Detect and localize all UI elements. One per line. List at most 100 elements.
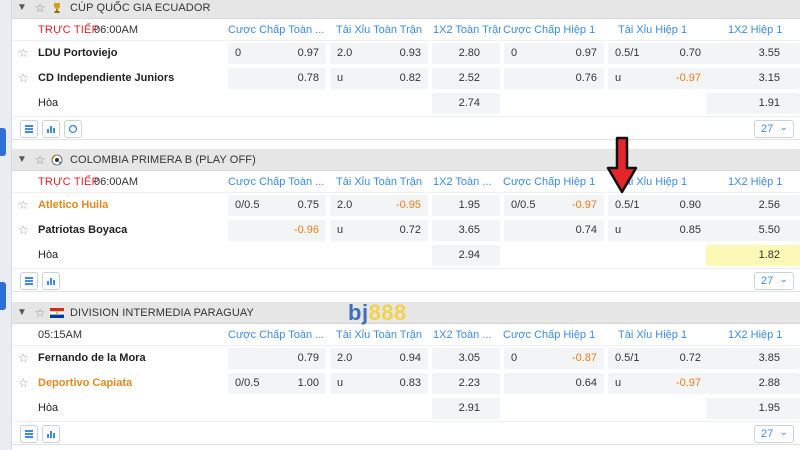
col-handicap-ft[interactable]: Cược Chấp Toàn ... bbox=[228, 176, 328, 188]
league-name: CÚP QUỐC GIA ECUADOR bbox=[70, 1, 211, 14]
odds-cell[interactable]: 0/0.5 1.00 bbox=[228, 373, 326, 394]
col-ou-h1[interactable]: Tài Xỉu Hiệp 1 bbox=[618, 24, 687, 36]
odds-cell[interactable]: 5.50 bbox=[706, 220, 800, 241]
live-label: TRỰC TIẾP bbox=[38, 24, 100, 36]
odds-cell[interactable]: u -0.97 bbox=[608, 68, 708, 89]
col-1x2-h1[interactable]: 1X2 Hiệp 1 bbox=[728, 24, 782, 36]
chevron-down-icon[interactable]: ▼ bbox=[12, 307, 32, 318]
stats-chart-icon[interactable] bbox=[42, 272, 60, 290]
watermark-logo: bj888 bbox=[348, 300, 407, 326]
more-bets-dropdown[interactable]: 27 ⌄ bbox=[754, 120, 794, 138]
odds-cell[interactable]: 3.15 bbox=[706, 68, 800, 89]
odds-cell[interactable]: 2.23 bbox=[432, 373, 500, 394]
col-handicap-ft[interactable]: Cược Chấp Toàn ... bbox=[228, 329, 328, 341]
league-header[interactable]: ▼ ☆ CÚP QUỐC GIA ECUADOR bbox=[12, 0, 800, 19]
chevron-down-icon[interactable]: ▼ bbox=[12, 154, 32, 165]
odds-cell[interactable]: 3.05 bbox=[432, 348, 500, 369]
odds-cell[interactable]: 1.91 bbox=[706, 93, 800, 114]
match-time: 05:15AM bbox=[38, 329, 83, 341]
odds-cell[interactable]: 2.94 bbox=[432, 245, 500, 266]
col-ou-ft[interactable]: Tài Xỉu Toàn Trận bbox=[336, 24, 422, 36]
col-1x2-ft[interactable]: 1X2 Toàn ... bbox=[433, 329, 501, 341]
odds-cell[interactable]: 3.65 bbox=[432, 220, 500, 241]
star-icon[interactable]: ☆ bbox=[32, 306, 48, 320]
chevron-down-icon: ⌄ bbox=[779, 274, 788, 285]
list-icon[interactable] bbox=[20, 272, 38, 290]
star-icon[interactable]: ☆ bbox=[18, 46, 29, 60]
odds-cell[interactable]: 0.5/1 0.70 bbox=[608, 43, 708, 64]
odds-cell[interactable]: 1.95 bbox=[706, 398, 800, 419]
odds-cell[interactable]: u 0.83 bbox=[330, 373, 428, 394]
odds-cell[interactable]: u 0.82 bbox=[330, 68, 428, 89]
star-icon[interactable]: ☆ bbox=[18, 198, 29, 212]
odds-cell[interactable]: 0.76 bbox=[504, 68, 604, 89]
league-header[interactable]: ▼ ☆ COLOMBIA PRIMERA B (PLAY OFF) bbox=[12, 149, 800, 171]
col-handicap-h1[interactable]: Cược Chấp Hiệp 1 bbox=[503, 176, 595, 188]
col-handicap-h1[interactable]: Cược Chấp Hiệp 1 bbox=[503, 329, 595, 341]
odds-cell[interactable]: 0 -0.87 bbox=[504, 348, 604, 369]
stats-chart-icon[interactable] bbox=[42, 425, 60, 443]
odds-cell[interactable]: 2.0 0.94 bbox=[330, 348, 428, 369]
odds-cell[interactable]: 0.79 bbox=[228, 348, 326, 369]
team-name: Fernando de la Mora bbox=[38, 352, 146, 364]
star-icon[interactable]: ☆ bbox=[32, 153, 48, 167]
side-tab[interactable] bbox=[0, 128, 6, 156]
stats-chart-icon[interactable] bbox=[42, 120, 60, 138]
odds-cell[interactable]: u -0.97 bbox=[608, 373, 708, 394]
odds-cell[interactable]: 2.52 bbox=[432, 68, 500, 89]
odds-cell[interactable]: 0 0.97 bbox=[228, 43, 326, 64]
odds-cell[interactable]: u 0.72 bbox=[330, 220, 428, 241]
odds-cell[interactable]: -0.96 bbox=[228, 220, 326, 241]
odds-cell[interactable]: 2.0 -0.95 bbox=[330, 195, 428, 216]
odds-cell[interactable]: 0.78 bbox=[228, 68, 326, 89]
odds-cell[interactable]: 2.91 bbox=[432, 398, 500, 419]
draw-label: Hòa bbox=[38, 97, 59, 109]
odds-cell[interactable]: 2.88 bbox=[706, 373, 800, 394]
side-tab[interactable] bbox=[0, 282, 6, 310]
odds-cell[interactable]: 2.0 0.93 bbox=[330, 43, 428, 64]
odds-cell[interactable]: 0.5/1 0.90 bbox=[608, 195, 708, 216]
star-icon[interactable]: ☆ bbox=[18, 71, 29, 85]
col-handicap-h1[interactable]: Cược Chấp Hiệp 1 bbox=[503, 24, 595, 36]
star-icon[interactable]: ☆ bbox=[18, 351, 29, 365]
col-ou-ft[interactable]: Tài Xỉu Toàn Trận bbox=[336, 329, 422, 341]
chevron-down-icon[interactable]: ▼ bbox=[12, 2, 32, 13]
odds-cell[interactable]: 2.74 bbox=[432, 93, 500, 114]
red-arrow-down-icon bbox=[606, 136, 638, 194]
star-icon[interactable]: ☆ bbox=[18, 223, 29, 237]
league-footer: 27 ⌄ bbox=[12, 421, 800, 445]
col-ou-h1[interactable]: Tài Xỉu Hiệp 1 bbox=[618, 329, 687, 341]
match-time: 06:00AM bbox=[94, 176, 139, 188]
star-icon[interactable]: ☆ bbox=[18, 376, 29, 390]
odds-cell[interactable]: 0.74 bbox=[504, 220, 604, 241]
odds-cell[interactable]: u 0.85 bbox=[608, 220, 708, 241]
match-row-home: ☆ LDU Portoviejo 0 0.97 2.0 0.93 2.80 0 0.9… bbox=[12, 41, 800, 66]
league-footer: 27 ⌄ bbox=[12, 268, 800, 292]
team-name: LDU Portoviejo bbox=[38, 47, 118, 59]
odds-cell[interactable]: 1.95 bbox=[432, 195, 500, 216]
draw-label: Hòa bbox=[38, 249, 59, 261]
odds-cell[interactable]: 0 0.97 bbox=[504, 43, 604, 64]
odds-cell[interactable]: 0.64 bbox=[504, 373, 604, 394]
more-bets-dropdown[interactable]: 27 ⌄ bbox=[754, 272, 794, 290]
odds-cell[interactable]: 2.80 bbox=[432, 43, 500, 64]
col-ou-ft[interactable]: Tài Xỉu Toàn Trận bbox=[336, 176, 422, 188]
star-icon[interactable]: ☆ bbox=[32, 1, 48, 15]
col-1x2-ft[interactable]: 1X2 Toàn Trận bbox=[433, 24, 501, 36]
odds-cell[interactable]: 3.85 bbox=[706, 348, 800, 369]
col-1x2-ft[interactable]: 1X2 Toàn ... bbox=[433, 176, 501, 188]
odds-cell[interactable]: 0/0.5 -0.97 bbox=[504, 195, 604, 216]
match-time: 06:00AM bbox=[94, 24, 139, 36]
odds-cell[interactable]: 0/0.5 0.75 bbox=[228, 195, 326, 216]
refresh-icon[interactable] bbox=[64, 120, 82, 138]
more-bets-dropdown[interactable]: 27 ⌄ bbox=[754, 425, 794, 443]
col-1x2-h1[interactable]: 1X2 Hiệp 1 bbox=[728, 176, 782, 188]
list-icon[interactable] bbox=[20, 425, 38, 443]
list-icon[interactable] bbox=[20, 120, 38, 138]
odds-cell[interactable]: 2.56 bbox=[706, 195, 800, 216]
col-handicap-ft[interactable]: Cược Chấp Toàn ... bbox=[228, 24, 328, 36]
odds-cell-highlighted[interactable]: 1.82 bbox=[706, 245, 800, 266]
col-1x2-h1[interactable]: 1X2 Hiệp 1 bbox=[728, 329, 782, 341]
odds-cell[interactable]: 3.55 bbox=[706, 43, 800, 64]
odds-cell[interactable]: 0.5/1 0.72 bbox=[608, 348, 708, 369]
